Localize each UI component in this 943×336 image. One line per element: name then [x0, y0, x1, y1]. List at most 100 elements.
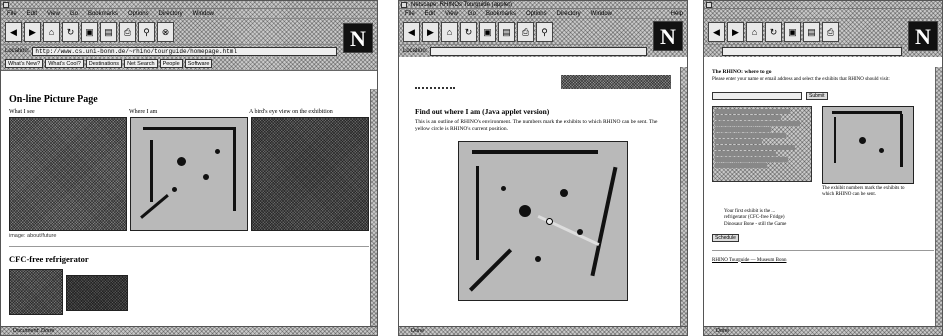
- menu-edit[interactable]: Edit: [27, 9, 37, 18]
- camera-view-image[interactable]: [9, 117, 127, 231]
- back-button[interactable]: ◀: [403, 22, 420, 42]
- netscape-logo[interactable]: N: [908, 21, 938, 51]
- menu-bookmarks[interactable]: Bookmarks: [88, 9, 118, 18]
- home-button[interactable]: ⌂: [746, 22, 763, 42]
- location-input[interactable]: [722, 46, 902, 56]
- close-box-icon[interactable]: [401, 2, 407, 8]
- menu-edit[interactable]: Edit: [425, 9, 435, 18]
- back-button[interactable]: ◀: [5, 22, 22, 42]
- location-label: Location:: [5, 48, 30, 54]
- browser-window-where-to-go: ◀ ▶ ⌂ ↻ ▣ ▤ ⎙ N The RHINO: where to go P…: [703, 0, 943, 336]
- stop-icon: ⊗: [161, 26, 170, 37]
- map-image[interactable]: [130, 117, 248, 231]
- vertical-scrollbar[interactable]: [935, 67, 942, 326]
- image-icon: ▣: [483, 26, 492, 37]
- netscape-logo[interactable]: N: [653, 21, 683, 51]
- software-button[interactable]: Software: [184, 59, 213, 68]
- status-text: Document: Done: [13, 328, 55, 334]
- submit-button[interactable]: Submit: [806, 91, 828, 100]
- menu-bookmarks[interactable]: Bookmarks: [486, 9, 516, 18]
- location-input[interactable]: http://www.cs.uni-bonn.de/~rhino/tourgui…: [32, 46, 337, 56]
- reload-button[interactable]: ↻: [460, 22, 477, 42]
- forward-button[interactable]: ▶: [422, 22, 439, 42]
- stop-button[interactable]: ⊗: [157, 22, 174, 42]
- menubar: File Edit View Go Bookmarks Options Dire…: [399, 9, 687, 19]
- menu-options[interactable]: Options: [526, 9, 547, 18]
- menu-file[interactable]: File: [405, 9, 415, 18]
- print-icon: ⎙: [123, 26, 132, 37]
- reload-icon: ↻: [464, 26, 473, 37]
- exhibit-listbox[interactable]: [712, 105, 812, 182]
- refrigerator-image-1[interactable]: [9, 269, 63, 315]
- whats-cool-button[interactable]: What's Cool?: [45, 59, 84, 68]
- print-button[interactable]: ⎙: [517, 22, 534, 42]
- images-button[interactable]: ▣: [81, 22, 98, 42]
- forward-button[interactable]: ▶: [727, 22, 744, 42]
- divider: [712, 249, 934, 251]
- print-button[interactable]: ⎙: [822, 22, 839, 42]
- menu-directory[interactable]: Directory: [159, 9, 183, 18]
- status-bar: Done: [399, 326, 687, 335]
- netscape-logo[interactable]: N: [343, 23, 373, 53]
- menu-file[interactable]: File: [7, 9, 17, 18]
- menu-window[interactable]: Window: [591, 9, 612, 18]
- forward-button[interactable]: ▶: [24, 22, 41, 42]
- open-button[interactable]: ▤: [498, 22, 515, 42]
- people-button[interactable]: People: [159, 59, 183, 68]
- close-box-icon[interactable]: [3, 2, 9, 8]
- location-input[interactable]: [430, 46, 647, 56]
- name-input[interactable]: [712, 91, 802, 100]
- whats-new-button[interactable]: What's New?: [5, 59, 44, 68]
- menu-help[interactable]: Help: [671, 9, 683, 18]
- selected-exhibits-list: Your first exhibit is the ... refrigerat…: [712, 209, 934, 229]
- find-button[interactable]: ⚲: [138, 22, 155, 42]
- menu-go[interactable]: Go: [468, 9, 476, 18]
- window-titlebar[interactable]: Netscape: RHINOs Tourguide (applet): [399, 1, 687, 9]
- open-icon: ▤: [104, 26, 113, 37]
- toolbar: ◀ ▶ ⌂ ↻ ▣ ▤ ⎙ N: [704, 19, 942, 51]
- caption-what-i-see: What I see: [9, 109, 35, 115]
- menu-view[interactable]: View: [47, 9, 60, 18]
- close-box-icon[interactable]: [706, 2, 712, 8]
- exhibition-overview-image[interactable]: [251, 117, 369, 231]
- window-titlebar[interactable]: [704, 1, 942, 9]
- menu-view[interactable]: View: [445, 9, 458, 18]
- exhibit-map-image[interactable]: [822, 105, 914, 184]
- open-icon: ▤: [502, 26, 511, 37]
- window-titlebar[interactable]: [1, 1, 377, 9]
- refrigerator-image-2[interactable]: [66, 275, 128, 311]
- menu-go[interactable]: Go: [70, 9, 78, 18]
- menu-options[interactable]: Options: [128, 9, 149, 18]
- reload-button[interactable]: ↻: [765, 22, 782, 42]
- schedule-button[interactable]: Schedule: [712, 234, 739, 242]
- print-icon: ⎙: [521, 26, 530, 37]
- home-button[interactable]: ⌂: [43, 22, 60, 42]
- find-button[interactable]: ⚲: [536, 22, 553, 42]
- menubar: [704, 9, 942, 19]
- menubar: File Edit View Go Bookmarks Options Dire…: [1, 9, 377, 19]
- open-button[interactable]: ▤: [803, 22, 820, 42]
- home-button[interactable]: ⌂: [441, 22, 458, 42]
- net-search-button[interactable]: Net Search: [124, 59, 158, 68]
- find-icon: ⚲: [143, 26, 150, 37]
- images-button[interactable]: ▣: [784, 22, 801, 42]
- caption-where-i-am: Where I am: [129, 109, 158, 115]
- menu-directory[interactable]: Directory: [557, 9, 581, 18]
- destinations-button[interactable]: Destinations: [85, 59, 123, 68]
- java-applet-map[interactable]: [458, 141, 628, 301]
- browser-window-tourguide-applet: Netscape: RHINOs Tourguide (applet) File…: [398, 0, 688, 336]
- page-content: Find out where I am (Java applet version…: [399, 67, 687, 326]
- vertical-scrollbar[interactable]: [370, 89, 377, 326]
- open-button[interactable]: ▤: [100, 22, 117, 42]
- image-icon: ▣: [788, 26, 797, 37]
- menu-window[interactable]: Window: [193, 9, 214, 18]
- location-row: Location:: [399, 45, 687, 57]
- images-button[interactable]: ▣: [479, 22, 496, 42]
- image-note: image: about/future: [9, 233, 57, 239]
- back-button[interactable]: ◀: [708, 22, 725, 42]
- header-logo-image: [415, 75, 455, 89]
- home-icon: ⌂: [48, 27, 55, 37]
- vertical-scrollbar[interactable]: [680, 67, 687, 326]
- print-button[interactable]: ⎙: [119, 22, 136, 42]
- reload-button[interactable]: ↻: [62, 22, 79, 42]
